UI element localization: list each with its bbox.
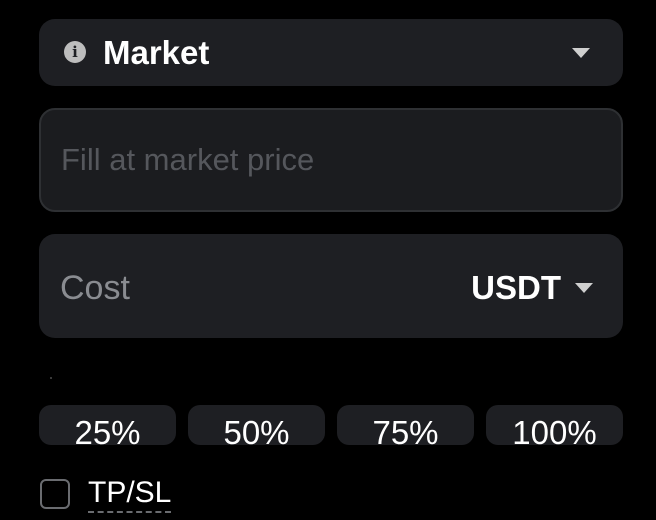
chevron-down-icon <box>572 48 590 58</box>
cost-label: Cost <box>60 269 130 307</box>
currency-label: USDT <box>471 269 561 306</box>
order-panel: i Market Cost USDT 25% 50% 75% 100% TP/S… <box>0 0 656 520</box>
order-type-dropdown[interactable]: i Market <box>39 19 623 86</box>
tpsl-label[interactable]: TP/SL <box>88 476 172 513</box>
divider-dot <box>50 377 52 379</box>
percent-button-label: 100% <box>512 414 597 445</box>
percent-buttons: 25% 50% 75% 100% <box>39 405 623 445</box>
percent-button-50[interactable]: 50% <box>188 405 325 445</box>
tpsl-toggle[interactable]: TP/SL <box>40 476 172 513</box>
percent-button-25[interactable]: 25% <box>39 405 176 445</box>
percent-button-75[interactable]: 75% <box>337 405 474 445</box>
percent-button-label: 50% <box>223 414 290 445</box>
tpsl-checkbox[interactable] <box>40 479 70 509</box>
price-input[interactable] <box>61 138 591 182</box>
price-field <box>39 108 623 212</box>
chevron-down-icon <box>575 283 593 293</box>
order-type-label: Market <box>103 34 210 71</box>
info-icon[interactable]: i <box>64 41 86 63</box>
percent-button-100[interactable]: 100% <box>486 405 623 445</box>
cost-field[interactable]: Cost USDT <box>39 234 623 338</box>
percent-button-label: 25% <box>74 414 141 445</box>
percent-button-label: 75% <box>372 414 439 445</box>
currency-dropdown[interactable]: USDT <box>471 268 593 308</box>
